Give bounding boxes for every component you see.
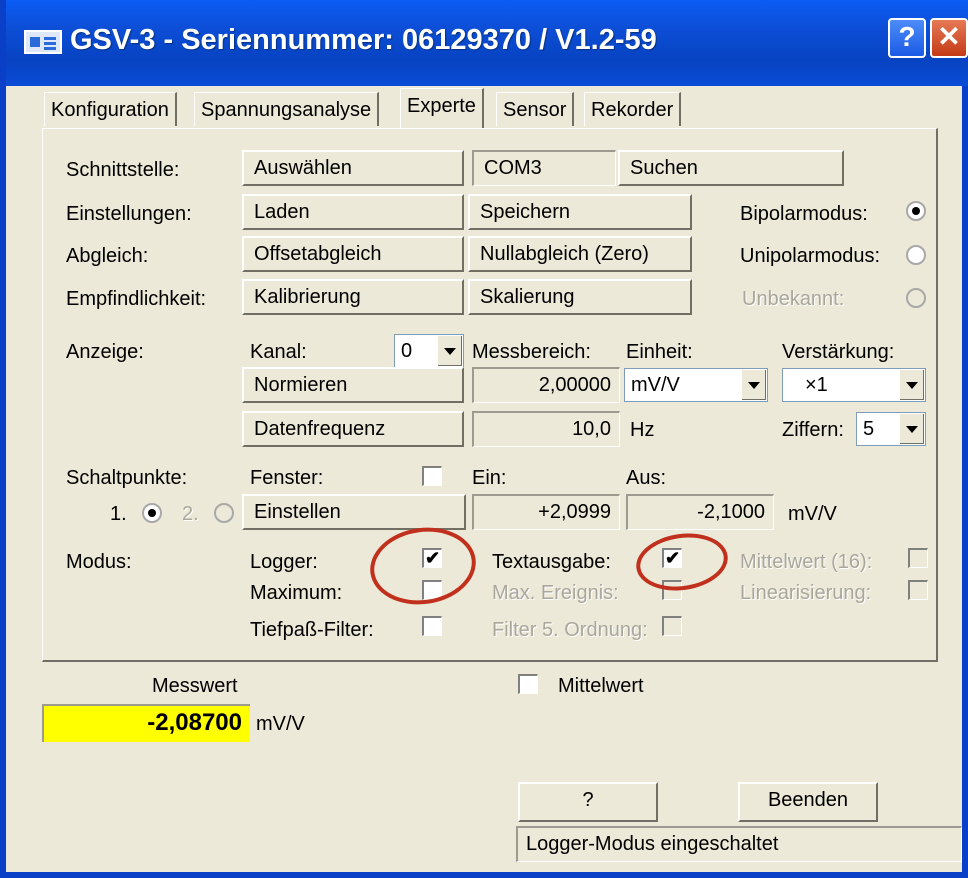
load-button[interactable]: Laden: [242, 194, 464, 230]
settings-label: Einstellungen:: [66, 203, 192, 225]
help-button[interactable]: ?: [518, 782, 658, 822]
status-bar: Logger-Modus eingeschaltet: [516, 826, 962, 862]
measurement-unit: mV/V: [256, 713, 305, 735]
average-checkbox[interactable]: [518, 674, 538, 694]
set-switchpoint-button[interactable]: Einstellen: [242, 494, 466, 530]
linearization-checkbox: [908, 580, 928, 600]
unknown-radio: [906, 288, 926, 308]
sensitivity-label: Empfindlichkeit:: [66, 288, 207, 310]
average16-label: Mittelwert (16):: [740, 551, 873, 573]
title-bar[interactable]: GSV-3 - Seriennummer: 06129370 / V1.2-59…: [6, 0, 968, 86]
channel-label: Kanal:: [250, 341, 307, 363]
tab-konfiguration[interactable]: Konfiguration: [44, 92, 177, 126]
port-field: COM3: [472, 150, 616, 186]
digits-value: 5: [863, 418, 875, 440]
lowpass-label: Tiefpaß-Filter:: [250, 619, 374, 641]
range-label: Messbereich:: [472, 341, 591, 363]
zero-adjust-button[interactable]: Nullabgleich (Zero): [468, 236, 692, 272]
digits-select[interactable]: 5: [856, 412, 926, 446]
gain-value: ×1: [805, 374, 828, 396]
measurement-label: Messwert: [152, 675, 238, 697]
search-button[interactable]: Suchen: [618, 150, 844, 186]
switchpoint-2-radio: [214, 503, 234, 523]
unipolar-label: Unipolarmodus:: [740, 245, 881, 267]
app-icon: [24, 30, 62, 54]
range-value: 2,00000: [472, 367, 620, 403]
select-interface-button[interactable]: Auswählen: [242, 150, 464, 186]
window-label: Fenster:: [250, 467, 324, 489]
bipolar-label: Bipolarmodus:: [740, 203, 868, 225]
maximum-label: Maximum:: [250, 582, 343, 604]
offset-adjust-button[interactable]: Offsetabgleich: [242, 236, 464, 272]
datarate-unit: Hz: [630, 419, 655, 441]
average16-checkbox: [908, 548, 928, 568]
digits-label: Ziffern:: [782, 419, 844, 441]
unit-value: mV/V: [631, 374, 680, 396]
max-event-label: Max. Ereignis:: [492, 582, 619, 604]
tab-sensor[interactable]: Sensor: [496, 92, 575, 126]
gain-select[interactable]: ×1: [782, 368, 926, 402]
chevron-down-icon[interactable]: [899, 370, 924, 400]
tab-rekorder[interactable]: Rekorder: [584, 92, 682, 126]
switchpoint-1-radio[interactable]: [142, 503, 162, 523]
switch-on-value: +2,0999: [472, 494, 620, 530]
window-title: GSV-3 - Seriennummer: 06129370 / V1.2-59: [70, 24, 657, 56]
save-button[interactable]: Speichern: [468, 194, 692, 230]
datarate-button[interactable]: Datenfrequenz: [242, 411, 464, 447]
chevron-down-icon[interactable]: [741, 370, 766, 400]
datarate-value: 10,0: [472, 411, 620, 447]
logger-label: Logger:: [250, 551, 318, 573]
measurement-value: -2,08700: [42, 704, 250, 742]
tab-experte[interactable]: Experte: [400, 88, 484, 128]
interface-label: Schnittstelle:: [66, 159, 180, 181]
window-checkbox[interactable]: [422, 466, 442, 486]
switchpoints-label: Schaltpunkte:: [66, 467, 188, 489]
switch-unit: mV/V: [788, 503, 837, 525]
linearization-label: Linearisierung:: [740, 582, 872, 604]
on-label: Ein:: [472, 467, 507, 489]
switch-off-value: -2,1000: [626, 494, 774, 530]
display-label: Anzeige:: [66, 341, 144, 363]
switchpoint-1-label: 1.: [110, 503, 127, 525]
unipolar-radio[interactable]: [906, 245, 926, 265]
unit-label: Einheit:: [626, 341, 693, 363]
app-window: GSV-3 - Seriennummer: 06129370 / V1.2-59…: [0, 0, 968, 878]
calibration-button[interactable]: Kalibrierung: [242, 279, 464, 315]
unknown-label: Unbekannt:: [742, 288, 845, 310]
chevron-down-icon[interactable]: [437, 336, 462, 366]
channel-value: 0: [401, 340, 413, 362]
bipolar-radio[interactable]: [906, 201, 926, 221]
chevron-down-icon[interactable]: [899, 414, 924, 444]
textout-label: Textausgabe:: [492, 551, 611, 573]
gain-label: Verstärkung:: [782, 341, 895, 363]
scaling-button[interactable]: Skalierung: [468, 279, 692, 315]
average-label: Mittelwert: [558, 675, 644, 697]
lowpass-checkbox[interactable]: [422, 616, 442, 636]
unit-select[interactable]: mV/V: [624, 368, 768, 402]
off-label: Aus:: [626, 467, 667, 489]
switchpoint-2-label: 2.: [182, 503, 199, 525]
filter5-checkbox: [662, 616, 682, 636]
filter5-label: Filter 5. Ordnung:: [492, 619, 648, 641]
adjust-label: Abgleich:: [66, 245, 149, 267]
tab-spannungsanalyse[interactable]: Spannungsanalyse: [194, 92, 380, 126]
channel-select[interactable]: 0: [394, 334, 464, 368]
normalize-button[interactable]: Normieren: [242, 367, 464, 403]
help-title-button[interactable]: ?: [888, 18, 926, 58]
close-icon[interactable]: ✕: [930, 18, 968, 58]
modus-label: Modus:: [66, 551, 132, 573]
exit-button[interactable]: Beenden: [738, 782, 878, 822]
